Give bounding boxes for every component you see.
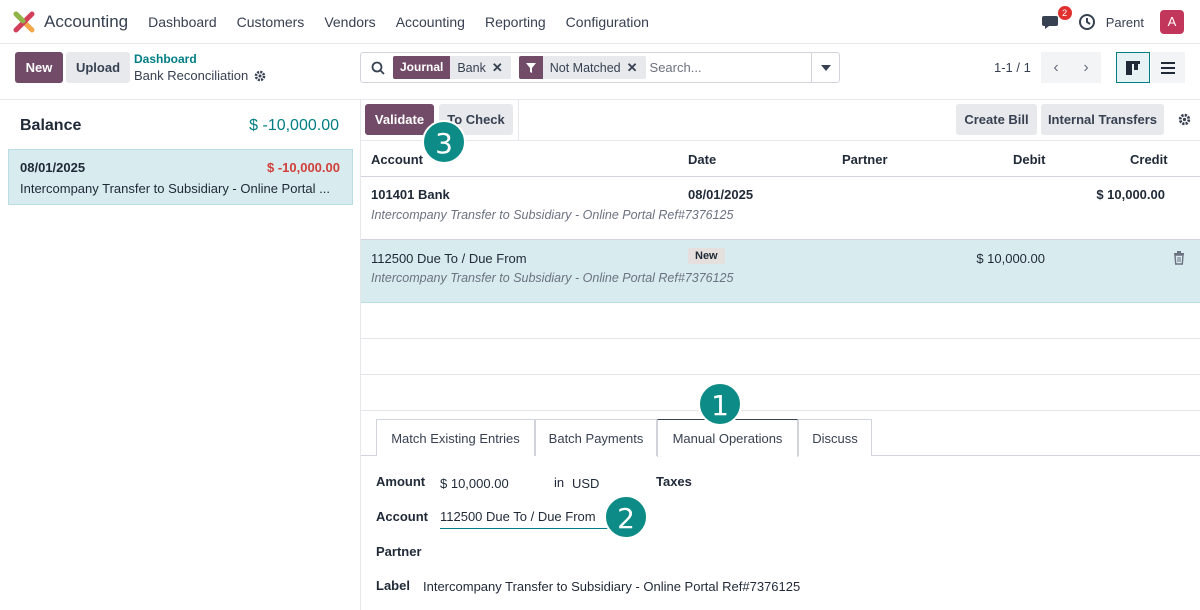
tab-batch-payments[interactable]: Batch Payments <box>535 419 657 456</box>
facet-label: Journal <box>393 56 451 79</box>
empty-row <box>361 303 1200 339</box>
main-menu: Dashboard Customers Vendors Accounting R… <box>138 14 659 30</box>
page-title: Bank Reconciliation <box>134 68 249 83</box>
row-label: Intercompany Transfer to Subsidiary - On… <box>371 208 734 222</box>
label-label: Label <box>376 578 410 593</box>
label-field[interactable]: Intercompany Transfer to Subsidiary - On… <box>423 579 800 594</box>
caret-down-icon <box>820 64 831 71</box>
list-icon <box>1161 61 1175 74</box>
row-date: 08/01/2025 <box>688 187 754 202</box>
filter-icon <box>518 56 543 79</box>
search-options-toggle[interactable] <box>811 53 839 82</box>
breadcrumb-dashboard[interactable]: Dashboard <box>134 52 197 66</box>
row-label: Intercompany Transfer to Subsidiary - On… <box>371 271 734 285</box>
pager-value[interactable]: 1-1 / 1 <box>994 60 1031 75</box>
new-badge: New <box>688 248 725 264</box>
user-name[interactable]: Parent <box>1106 15 1144 30</box>
remove-facet-icon[interactable]: ✕ <box>492 60 511 76</box>
facet-value: Bank <box>457 60 486 75</box>
empty-row <box>361 339 1200 375</box>
menu-vendors[interactable]: Vendors <box>314 14 385 30</box>
create-bill-button[interactable]: Create Bill <box>956 104 1037 135</box>
list-view-button[interactable] <box>1151 52 1185 83</box>
tab-discuss[interactable]: Discuss <box>798 419 872 456</box>
row-credit: $ 10,000.00 <box>1096 187 1165 202</box>
search-bar: Journal Bank ✕ Not Matched ✕ <box>360 52 840 83</box>
avatar[interactable]: A <box>1160 10 1184 34</box>
remove-facet-icon[interactable]: ✕ <box>627 60 646 76</box>
menu-customers[interactable]: Customers <box>227 14 315 30</box>
new-button[interactable]: New <box>15 52 63 83</box>
gear-icon[interactable] <box>254 70 266 82</box>
tab-match-existing-entries[interactable]: Match Existing Entries <box>376 419 535 456</box>
control-panel: New Upload Dashboard Bank Reconciliation… <box>0 44 1200 100</box>
app-name[interactable]: Accounting <box>44 12 128 32</box>
menu-accounting[interactable]: Accounting <box>386 14 475 30</box>
partner-label: Partner <box>376 544 422 559</box>
menu-dashboard[interactable]: Dashboard <box>138 14 227 30</box>
chevron-right-icon: › <box>1083 58 1089 76</box>
account-field[interactable]: 112500 Due To / Due From <box>440 509 610 529</box>
row-account: 112500 Due To / Due From <box>371 251 527 266</box>
statement-date: 08/01/2025 <box>20 160 86 175</box>
chat-button[interactable]: 2 <box>1041 6 1072 32</box>
amount-field[interactable]: $ 10,000.00 <box>440 476 509 491</box>
upload-button[interactable]: Upload <box>66 52 130 83</box>
chat-count-badge: 2 <box>1057 6 1072 20</box>
table-row[interactable]: 112500 Due To / Due From New $ 10,000.00… <box>361 240 1200 303</box>
search-icon[interactable] <box>371 61 385 75</box>
activity-clock-icon[interactable] <box>1078 13 1096 31</box>
statement-amount: $ -10,000.00 <box>266 160 340 175</box>
column-debit: Debit <box>1013 152 1046 167</box>
pager-previous[interactable]: ‹ <box>1041 52 1071 83</box>
step-marker-2: 2 <box>604 495 648 539</box>
step-marker-3: 3 <box>422 120 466 164</box>
kanban-icon <box>1126 60 1140 75</box>
reconciliation-panel: Validate To Check Create Bill Internal T… <box>361 100 1200 610</box>
lines-table-header: Account Date Partner Debit Credit <box>361 140 1200 177</box>
column-account: Account <box>371 152 423 167</box>
account-label: Account <box>376 509 428 524</box>
amount-label: Amount <box>376 474 426 489</box>
internal-transfers-button[interactable]: Internal Transfers <box>1041 104 1164 135</box>
table-row[interactable]: 101401 Bank 08/01/2025 $ 10,000.00 Inter… <box>361 177 1200 240</box>
search-input[interactable] <box>649 60 800 75</box>
tab-manual-operations[interactable]: Manual Operations <box>657 419 798 457</box>
toolbar-divider <box>518 100 519 140</box>
taxes-label: Taxes <box>656 474 692 489</box>
trash-icon[interactable] <box>1173 251 1185 265</box>
notebook-tabs: Match Existing Entries Batch Payments Ma… <box>361 419 1200 457</box>
currency-field[interactable]: USD <box>572 476 599 491</box>
column-credit: Credit <box>1130 152 1168 167</box>
kanban-view-button[interactable] <box>1116 52 1150 83</box>
balance-label: Balance <box>20 117 82 134</box>
step-marker-1: 1 <box>698 382 742 426</box>
facet-not-matched: Not Matched ✕ <box>518 56 646 79</box>
in-label: in <box>554 475 565 490</box>
account-field-value: 112500 Due To / Due From <box>440 509 596 524</box>
gear-icon[interactable] <box>1178 113 1191 126</box>
empty-row <box>361 375 1200 411</box>
statement-label: Intercompany Transfer to Subsidiary - On… <box>20 181 330 196</box>
column-partner: Partner <box>842 152 888 167</box>
row-debit: $ 10,000.00 <box>976 251 1045 266</box>
top-navbar: Accounting Dashboard Customers Vendors A… <box>0 0 1200 44</box>
balance-value: $ -10,000.00 <box>249 117 339 134</box>
row-account: 101401 Bank <box>371 187 450 202</box>
facet-journal: Journal Bank ✕ <box>393 56 511 79</box>
menu-reporting[interactable]: Reporting <box>475 14 556 30</box>
statement-lines-panel: Balance $ -10,000.00 08/01/2025 $ -10,00… <box>0 100 361 610</box>
facet-value: Not Matched <box>549 60 621 75</box>
column-date: Date <box>688 152 717 167</box>
accounting-app-icon[interactable] <box>13 11 35 33</box>
validate-button[interactable]: Validate <box>365 104 434 135</box>
pager-next[interactable]: › <box>1071 52 1101 83</box>
menu-configuration[interactable]: Configuration <box>556 14 659 30</box>
breadcrumb-current: Bank Reconciliation <box>134 68 266 83</box>
chevron-left-icon: ‹ <box>1053 58 1059 76</box>
statement-line-card[interactable]: 08/01/2025 $ -10,000.00 Intercompany Tra… <box>8 149 353 205</box>
